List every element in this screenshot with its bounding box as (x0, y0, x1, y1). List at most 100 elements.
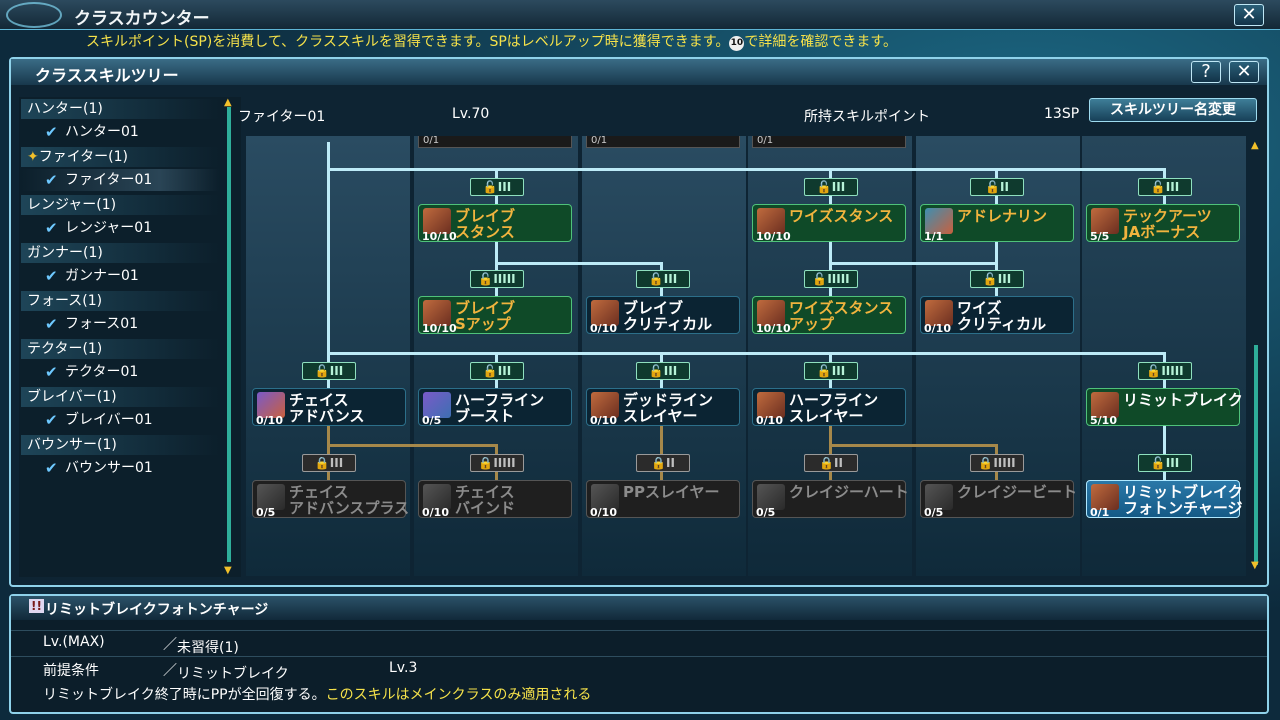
panel-close-button[interactable]: ✕ (1229, 61, 1259, 83)
scroll-down-icon[interactable]: ▼ (224, 565, 232, 576)
skill-wise-stance-up[interactable]: ワイズスタンス アップ 10/10 (752, 296, 906, 335)
class-item-ranger[interactable]: レンジャー(1) (21, 195, 219, 215)
class-item-force[interactable]: フォース(1) (21, 291, 219, 311)
detail-header: !! リミットブレイクフォトンチャージ (11, 596, 1267, 620)
skill-name: クレイジーハート (789, 483, 909, 501)
tree-label: フォース01 (65, 316, 139, 332)
class-level: Lv.70 (452, 106, 490, 122)
tree-name: ファイター01 (238, 109, 326, 125)
lock-tier: III (831, 180, 846, 194)
tree-item-gunner01[interactable]: ✔ ガンナー01 (21, 265, 219, 287)
class-item-braver[interactable]: ブレイバー(1) (21, 387, 219, 407)
skill-name: PPスレイヤー (623, 483, 720, 501)
tree-item-bouncer01[interactable]: ✔ バウンサー01 (21, 457, 219, 479)
skill-chase-advance-plus[interactable]: チェイス アドバンスプラス 0/5 (252, 480, 409, 519)
sp-label: 所持スキルポイント (804, 109, 930, 125)
skill-wise-stance[interactable]: ワイズスタンス 10/10 (752, 204, 906, 243)
tree-scrollbar[interactable] (1254, 345, 1258, 565)
class-item-gunner[interactable]: ガンナー(1) (21, 243, 219, 263)
skill-name: ブレイブ Sアップ (455, 299, 516, 333)
skill-level: 0/10 (256, 414, 283, 427)
check-icon: ✔ (45, 171, 58, 189)
skill-brave-s-up[interactable]: ブレイブ Sアップ 10/10 (418, 296, 572, 335)
skill-level: 0/10 (590, 506, 617, 519)
skill-name: クレイジービート (957, 483, 1078, 501)
description-main: リミットブレイク終了時にPPが全回復する。 (43, 687, 326, 703)
class-item-hunter[interactable]: ハンター(1) (21, 99, 219, 119)
lock-tier: III (1165, 180, 1180, 194)
class-item-fighter[interactable]: ✦ファイター(1) (21, 147, 219, 167)
check-icon: ✔ (45, 459, 58, 477)
skill-tech-arts-ja-bonus[interactable]: テックアーツ JAボーナス 5/5 (1086, 204, 1240, 243)
skill-name: チェイス アドバンス (289, 391, 365, 425)
lock-badge: 🔓IIIII (1138, 362, 1192, 380)
skill-crazy-heart[interactable]: クレイジーハート 0/5 (752, 480, 909, 519)
skill-pp-slayer[interactable]: PPスレイヤー 0/10 (586, 480, 740, 519)
skill-wise-critical[interactable]: ワイズ クリティカル 0/10 (920, 296, 1074, 335)
skill-crazy-beat[interactable]: クレイジービート 0/5 (920, 480, 1078, 519)
lock-badge: 🔓IIIII (804, 270, 858, 288)
skill-name: リミットブレイク フォトンチャージ (1123, 483, 1243, 517)
lock-badge: 🔓III (636, 270, 690, 288)
skill-level: 0/10 (590, 414, 617, 427)
skill-level: 0/1 (1090, 506, 1110, 519)
detail-row-level: Lv.(MAX) ／未習得(1) (11, 630, 1267, 656)
skill-name: チェイス バインド (455, 483, 516, 517)
skill-level: 0/5 (422, 414, 442, 427)
help-button[interactable]: ? (1191, 61, 1221, 83)
skill-chase-advance[interactable]: チェイス アドバンス 0/10 (252, 388, 406, 427)
skill-brave-critical[interactable]: ブレイブ クリティカル 0/10 (586, 296, 740, 335)
partial-level: 0/1 (757, 135, 774, 146)
scroll-up-icon[interactable]: ▲ (224, 97, 232, 108)
tree-item-ranger01[interactable]: ✔ レンジャー01 (21, 217, 219, 239)
partial-node: 0/1 (418, 136, 572, 148)
class-label: ファイター(1) (38, 149, 129, 165)
connector-line (829, 444, 996, 447)
lock-badge: 🔓III (970, 270, 1024, 288)
skill-halfline-boost[interactable]: ハーフライン ブースト 0/5 (418, 388, 572, 427)
check-icon: ✔ (45, 267, 58, 285)
requirement-level: Lv.3 (389, 660, 418, 676)
lock-tier: II (666, 456, 675, 470)
lock-badge: 🔓II (970, 178, 1024, 196)
skill-adrenaline[interactable]: アドレナリン 1/1 (920, 204, 1074, 243)
skill-name: リミットブレイク (1123, 391, 1243, 409)
skill-chase-bind[interactable]: チェイス バインド 0/10 (418, 480, 572, 519)
lock-tier: III (663, 272, 678, 286)
tree-item-hunter01[interactable]: ✔ ハンター01 (21, 121, 219, 143)
tree-item-force01[interactable]: ✔ フォース01 (21, 313, 219, 335)
tree-item-braver01[interactable]: ✔ ブレイバー01 (21, 409, 219, 431)
instruction-pre: スキルポイント(SP)を消費して、クラススキルを習得できます。SPはレベルアップ… (86, 34, 730, 50)
tree-item-techter01[interactable]: ✔ テクター01 (21, 361, 219, 383)
skill-halfline-slayer[interactable]: ハーフライン スレイヤー 0/10 (752, 388, 906, 427)
partial-level: 0/1 (423, 135, 440, 146)
scroll-down-icon[interactable]: ▼ (1251, 560, 1259, 571)
skill-name: ブレイブ スタンス (455, 207, 516, 241)
lock-badge: 🔒IIIII (970, 454, 1024, 472)
lock-badge: 🔒III (302, 454, 356, 472)
connector-line (327, 352, 1163, 355)
skill-name: ハーフライン ブースト (455, 391, 545, 425)
skill-limit-break-photon-charge[interactable]: リミットブレイク フォトンチャージ 0/1 (1086, 480, 1243, 519)
skill-brave-stance[interactable]: ブレイブ スタンス 10/10 (418, 204, 572, 243)
sidebar-scrollbar[interactable] (227, 107, 231, 562)
lock-badge: 🔓III (1138, 454, 1192, 472)
window-close-button[interactable]: ✕ (1234, 4, 1264, 26)
skill-deadline-slayer[interactable]: デッドライン スレイヤー 0/10 (586, 388, 740, 427)
lock-tier: IIIII (493, 456, 516, 470)
rename-tree-button[interactable]: スキルツリー名変更 (1089, 98, 1257, 122)
skill-mark-icon: !! (29, 599, 44, 613)
connector-line (495, 262, 662, 265)
skill-limit-break[interactable]: リミットブレイク 5/10 (1086, 388, 1243, 427)
panel-title: クラススキルツリー (35, 66, 179, 85)
class-item-techter[interactable]: テクター(1) (21, 339, 219, 359)
tree-label: ブレイバー01 (65, 412, 153, 428)
panel-header: クラススキルツリー ? ✕ (11, 59, 1267, 85)
class-item-bouncer[interactable]: バウンサー(1) (21, 435, 219, 455)
tree-label: ガンナー01 (65, 268, 139, 284)
tree-item-fighter01[interactable]: ✔ ファイター01 (21, 169, 219, 191)
partial-node: 0/1 (586, 136, 740, 148)
lock-tier: III (1165, 456, 1180, 470)
tree-label: バウンサー01 (65, 460, 153, 476)
scroll-up-icon[interactable]: ▲ (1251, 140, 1259, 151)
